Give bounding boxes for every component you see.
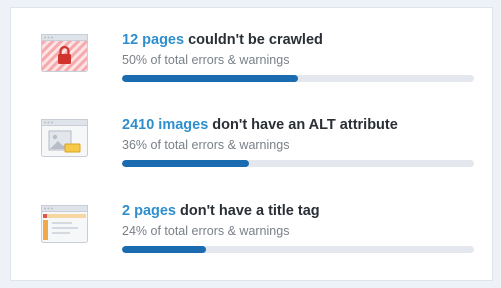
issue-progress-fill [122,75,298,82]
issue-row-title[interactable]: 2 pages don't have a title tag 24% of to… [11,197,492,267]
issue-text: couldn't be crawled [184,32,323,48]
issue-row-alt[interactable]: 2410 images don't have an ALT attribute … [11,111,492,181]
image-missing-alt-icon [41,119,88,157]
issue-title: 2410 images don't have an ALT attribute [122,117,398,133]
issue-text: don't have a title tag [176,203,320,219]
issue-progress-fill [122,160,249,167]
issue-progress-bar [122,160,474,167]
issue-share: 24% of total errors & warnings [122,224,290,238]
issue-progress-fill [122,246,207,253]
issue-count[interactable]: 12 pages [122,32,184,48]
page-missing-title-icon [41,205,88,243]
issue-count[interactable]: 2410 images [122,117,208,133]
issue-progress-bar [122,75,474,82]
issue-title: 2 pages don't have a title tag [122,203,320,219]
issue-title: 12 pages couldn't be crawled [122,32,323,48]
issues-panel: 12 pages couldn't be crawled 50% of tota… [10,7,493,281]
issue-row-crawl[interactable]: 12 pages couldn't be crawled 50% of tota… [11,26,492,96]
issue-share: 50% of total errors & warnings [122,53,290,67]
issue-count[interactable]: 2 pages [122,203,176,219]
locked-page-icon [41,34,88,72]
issue-share: 36% of total errors & warnings [122,138,290,152]
issue-progress-bar [122,246,474,253]
issue-text: don't have an ALT attribute [208,117,398,133]
